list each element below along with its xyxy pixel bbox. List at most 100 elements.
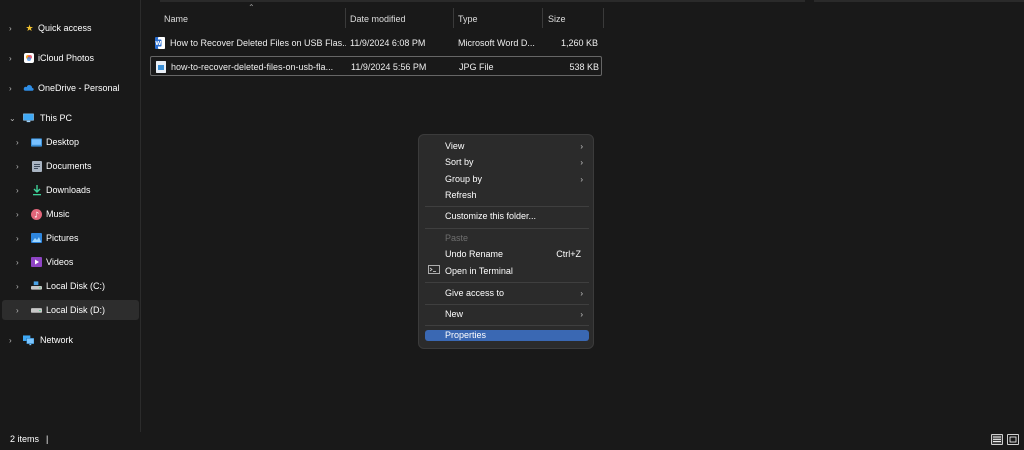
drive-icon [31, 281, 42, 291]
sidebar-item-quick-access[interactable]: › ★ Quick access [2, 18, 139, 38]
music-icon: ♪ [31, 208, 42, 220]
sidebar-item-this-pc[interactable]: ⌄ This PC [2, 108, 139, 128]
sidebar-item-label: Network [40, 335, 74, 345]
file-name: how-to-recover-deleted-files-on-usb-fla.… [171, 62, 334, 72]
sidebar-item-label: Videos [46, 257, 74, 267]
file-size: 538 KB [569, 62, 599, 72]
sidebar-item-desktop[interactable]: › Desktop [2, 132, 139, 152]
chevron-right-icon[interactable]: › [16, 162, 19, 171]
sidebar-item-network[interactable]: › Network [2, 330, 139, 350]
image-file-icon [156, 61, 166, 73]
sidebar-item-label: iCloud Photos [38, 53, 95, 63]
menu-item-undo-rename[interactable]: Undo Rename Ctrl+Z [425, 247, 589, 262]
status-item-count: 2 items [10, 434, 40, 444]
menu-separator [425, 228, 589, 229]
chevron-right-icon: › [580, 158, 583, 167]
column-divider[interactable] [603, 8, 604, 28]
chevron-right-icon[interactable]: › [9, 336, 12, 345]
search-bar-edge [814, 0, 1024, 2]
status-separator: | [46, 434, 49, 444]
sidebar-item-label: Pictures [46, 233, 79, 243]
chevron-right-icon: › [580, 289, 583, 298]
file-date-modified: 11/9/2024 6:08 PM [350, 38, 426, 48]
menu-item-sort-by[interactable]: Sort by › [425, 155, 589, 170]
menu-item-label: Properties [445, 330, 487, 340]
menu-item-give-access-to[interactable]: Give access to › [425, 286, 589, 301]
chevron-down-icon[interactable]: ⌄ [9, 114, 16, 123]
chevron-right-icon[interactable]: › [16, 258, 19, 267]
sidebar-item-pictures[interactable]: › Pictures [2, 228, 139, 248]
table-row[interactable]: W How to Recover Deleted Files on USB Fl… [150, 33, 602, 53]
address-bar-edge [160, 0, 805, 2]
pane-divider[interactable] [140, 0, 141, 432]
sidebar-item-label: Music [46, 209, 70, 219]
details-view-button[interactable] [991, 434, 1003, 445]
tiles-view-button[interactable] [1007, 434, 1019, 445]
chevron-right-icon[interactable]: › [16, 186, 19, 195]
pictures-icon [31, 233, 42, 243]
menu-item-customize-folder[interactable]: Customize this folder... [425, 209, 589, 224]
menu-item-label: Undo Rename [445, 249, 504, 259]
icloud-photos-icon [24, 53, 34, 63]
table-row[interactable]: how-to-recover-deleted-files-on-usb-fla.… [150, 56, 602, 76]
sidebar-item-local-disk-d[interactable]: › Local Disk (D:) [2, 300, 139, 320]
sidebar-item-label: Quick access [38, 23, 92, 33]
column-header-size[interactable]: Size [548, 10, 598, 28]
keyboard-shortcut: Ctrl+Z [556, 249, 581, 259]
menu-item-group-by[interactable]: Group by › [425, 172, 589, 187]
chevron-right-icon: › [580, 310, 583, 319]
menu-item-label: Group by [445, 174, 483, 184]
menu-item-label: Customize this folder... [445, 211, 537, 221]
menu-item-label: Open in Terminal [445, 266, 513, 276]
column-header-date-modified[interactable]: Date modified [350, 10, 450, 28]
drive-icon [31, 305, 42, 315]
sidebar-item-icloud-photos[interactable]: › iCloud Photos [2, 48, 139, 68]
sidebar-item-onedrive[interactable]: › OneDrive - Personal [2, 78, 139, 98]
column-divider[interactable] [542, 8, 543, 28]
chevron-right-icon[interactable]: › [16, 234, 19, 243]
column-divider[interactable] [453, 8, 454, 28]
sidebar-item-local-disk-c[interactable]: › Local Disk (C:) [2, 276, 139, 296]
file-type: JPG File [459, 62, 494, 72]
file-size: 1,260 KB [560, 38, 598, 48]
chevron-right-icon[interactable]: › [16, 138, 19, 147]
navigation-pane: › ★ Quick access › iCloud Photos › OneDr… [0, 0, 140, 432]
column-header-name[interactable]: Name [164, 10, 344, 28]
sidebar-item-label: OneDrive - Personal [38, 83, 120, 93]
menu-separator [425, 206, 589, 207]
download-arrow-icon [31, 184, 42, 195]
sidebar-item-videos[interactable]: › Videos [2, 252, 139, 272]
chevron-right-icon[interactable]: › [16, 210, 19, 219]
chevron-right-icon[interactable]: › [16, 306, 19, 315]
menu-item-open-in-terminal[interactable]: Open in Terminal [425, 264, 589, 279]
menu-item-view[interactable]: View › [425, 139, 589, 154]
menu-item-paste: Paste [425, 231, 589, 246]
menu-item-new[interactable]: New › [425, 307, 589, 322]
menu-item-refresh[interactable]: Refresh [425, 188, 589, 203]
terminal-icon [428, 264, 440, 279]
menu-item-label: Sort by [445, 157, 474, 167]
menu-item-properties[interactable]: Properties [425, 330, 589, 341]
sidebar-item-label: Downloads [46, 185, 91, 195]
menu-item-label: View [445, 141, 465, 151]
chevron-right-icon[interactable]: › [9, 84, 12, 93]
svg-text:♪: ♪ [34, 210, 39, 219]
network-icon [23, 334, 34, 345]
column-divider[interactable] [345, 8, 346, 28]
sidebar-item-label: Desktop [46, 137, 80, 147]
sidebar-item-documents[interactable]: › Documents [2, 156, 139, 176]
menu-item-label: Paste [445, 233, 469, 243]
chevron-right-icon[interactable]: › [9, 24, 12, 33]
sidebar-item-downloads[interactable]: › Downloads [2, 180, 139, 200]
chevron-right-icon: › [580, 142, 583, 151]
column-header-label: Date modified [350, 14, 406, 24]
chevron-right-icon[interactable]: › [16, 282, 19, 291]
chevron-right-icon[interactable]: › [9, 54, 12, 63]
cloud-icon [23, 83, 34, 93]
sidebar-item-music[interactable]: › ♪ Music [2, 204, 139, 224]
monitor-icon [23, 113, 34, 123]
column-header-label: Name [164, 14, 189, 24]
column-header-type[interactable]: Type [458, 10, 538, 28]
menu-separator [425, 325, 589, 326]
tiles-view-icon [1009, 436, 1017, 443]
